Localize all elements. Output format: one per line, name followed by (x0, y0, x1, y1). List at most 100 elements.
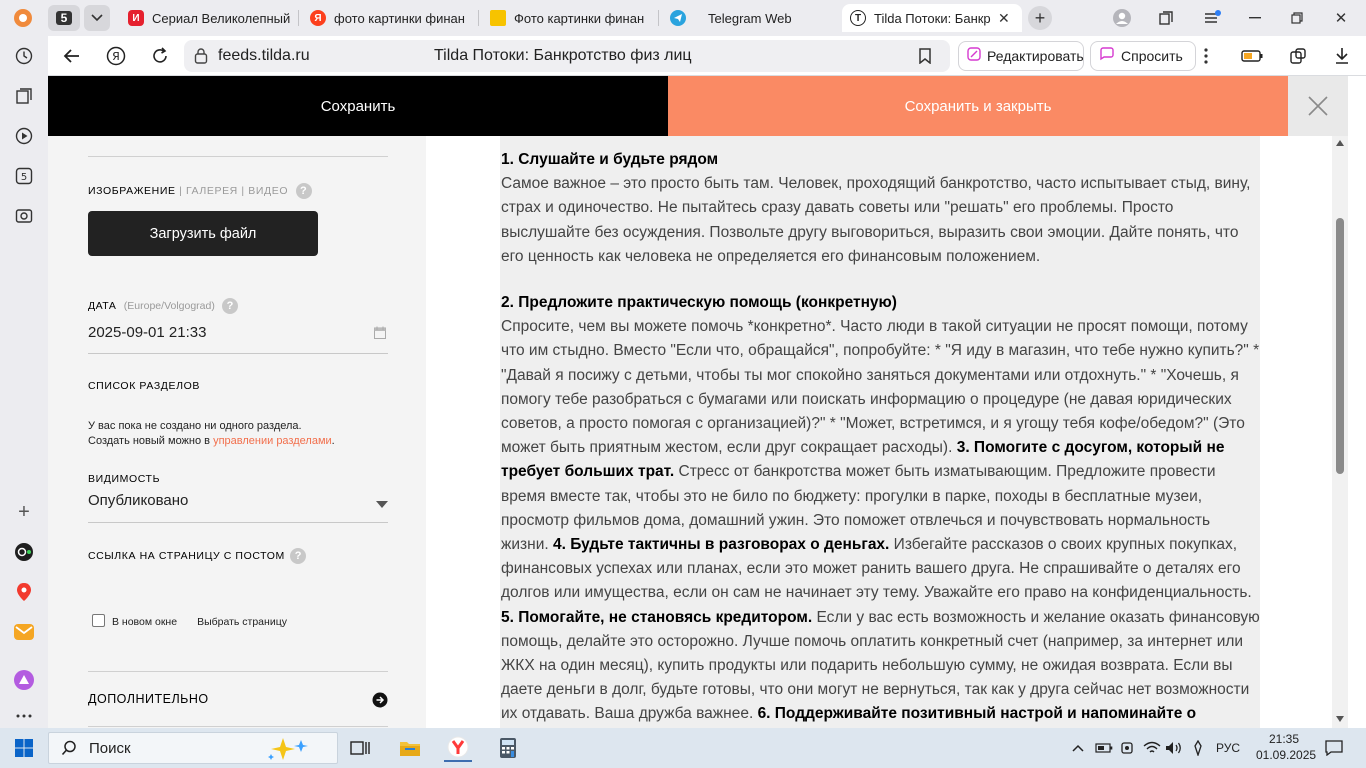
maps-pin-icon[interactable] (12, 580, 36, 604)
help-question-icon[interactable]: ? (222, 298, 239, 314)
video-play-icon[interactable] (12, 124, 36, 148)
yandex-browser-taskbar-icon[interactable] (444, 734, 472, 762)
tab-yandex-images-2[interactable]: Фото картинки финан (490, 4, 654, 32)
date-label: ДАТА (Europe/Volgograd) ? (88, 298, 239, 314)
svg-text:Я: Я (112, 50, 120, 63)
task-view-icon[interactable] (346, 734, 374, 762)
tab-gallery[interactable]: ГАЛЕРЕЯ (186, 185, 238, 197)
browser-side-panel: 5 + (0, 36, 48, 728)
back-arrow-icon[interactable] (60, 44, 84, 68)
save-and-close-button[interactable]: Сохранить и закрыть (668, 76, 1288, 136)
tab-telegram[interactable]: Telegram Web (670, 4, 834, 32)
paragraph-1: 1. Слушайте и будьте рядом Самое важное –… (501, 151, 1251, 265)
post-settings-panel: ИЗОБРАЖЕНИЕ | ГАЛЕРЕЯ | ВИДЕО ? Загрузит… (48, 136, 426, 728)
svg-text:5: 5 (21, 172, 27, 183)
tab-video[interactable]: ВИДЕО (248, 185, 288, 197)
search-magnifier-icon (61, 740, 77, 761)
url-text: feeds.tilda.ru (218, 47, 310, 64)
bookmarks-icon[interactable] (12, 84, 36, 108)
scroll-up-arrow-icon[interactable] (1336, 140, 1344, 146)
kinopoisk-favicon-icon: И (128, 10, 144, 26)
save-button[interactable]: Сохранить (48, 76, 668, 136)
post-body-text[interactable]: 1. Слушайте и будьте рядом Самое важное –… (500, 136, 1260, 728)
address-toolbar: Я feeds.tilda.ru Tilda Потоки: Банкротст… (48, 36, 1366, 76)
post-text-editor[interactable]: 1. Слушайте и будьте рядом Самое важное –… (426, 136, 1332, 728)
tab-image[interactable]: ИЗОБРАЖЕНИЕ (88, 185, 176, 197)
windows-start-icon[interactable] (10, 734, 38, 762)
reload-icon[interactable] (148, 44, 172, 68)
tab-list-chevron-icon[interactable] (84, 5, 110, 31)
tab-counter-button[interactable]: 5 (48, 5, 80, 31)
edit-pencil-icon (967, 46, 981, 66)
new-tab-plus-icon[interactable]: + (1028, 6, 1052, 30)
new-window-option: В новом окне Выбрать страницу (92, 613, 287, 628)
site-info-lock-icon[interactable] (194, 48, 208, 69)
taskbar-search-box[interactable]: Поиск (48, 732, 338, 764)
calendar-icon[interactable] (374, 326, 386, 344)
input-language-indicator[interactable]: РУС (1216, 741, 1240, 755)
calculator-icon[interactable] (494, 734, 522, 762)
extensions-icon[interactable] (1286, 44, 1310, 68)
visibility-select[interactable]: Опубликовано (88, 492, 388, 523)
history-clock-icon[interactable] (12, 44, 36, 68)
close-editor-icon[interactable] (1288, 76, 1348, 136)
manage-sections-link[interactable]: управлении разделами (213, 435, 332, 447)
restore-icon[interactable] (1282, 6, 1312, 30)
page-more-menu-icon[interactable] (1196, 44, 1216, 68)
ask-sparkle-icon (1099, 46, 1115, 66)
bookmark-page-icon[interactable] (918, 48, 932, 69)
tab-tilda-active[interactable]: T Tilda Потоки: Банкр ✕ (842, 4, 1022, 32)
notifications-icon[interactable] (1320, 734, 1348, 762)
help-question-icon[interactable]: ? (295, 183, 312, 199)
show-hidden-icons-chevron[interactable] (1064, 734, 1092, 762)
scroll-down-arrow-icon[interactable] (1336, 716, 1344, 722)
messenger-icon[interactable] (12, 668, 36, 692)
help-question-icon[interactable]: ? (290, 548, 307, 564)
upload-file-button[interactable]: Загрузить файл (88, 211, 318, 256)
alice-assistant-icon[interactable] (12, 540, 36, 564)
more-dots-icon[interactable] (12, 704, 36, 728)
mail-envelope-icon[interactable] (12, 620, 36, 644)
post-link-label: ССЫЛКА НА СТРАНИЦУ С ПОСТОМ ? (88, 548, 307, 564)
tab-close-icon[interactable]: ✕ (998, 10, 1010, 27)
tab-yandex-images-1[interactable]: Я фото картинки финан (310, 4, 470, 32)
dropdown-arrow-icon (376, 496, 388, 514)
minimize-icon[interactable] (1240, 6, 1270, 30)
paragraph-2: 2. Предложите практическую помощь (конкр… (501, 294, 1260, 723)
ask-button[interactable]: Спросить (1090, 41, 1196, 71)
clock[interactable]: 21:35 01.09.2025 (1256, 731, 1316, 763)
yandex-y-icon[interactable]: Я (104, 44, 128, 68)
tabs-count-icon[interactable]: 5 (12, 164, 36, 188)
post-link-input[interactable] (88, 570, 388, 600)
browser-tab-bar: 5 И Сериал Великолепный Я фото картинки … (0, 0, 1366, 36)
scrollbar-thumb[interactable] (1336, 218, 1344, 474)
window-close-icon[interactable]: ✕ (1326, 6, 1356, 30)
windows-taskbar: Поиск РУС 21:35 01.09.2025 (0, 728, 1366, 768)
tab-serial[interactable]: И Сериал Великолепный (128, 4, 294, 32)
download-arrow-icon[interactable] (1330, 44, 1354, 68)
browser-logo-icon[interactable] (10, 6, 36, 30)
image-source-tabs: ИЗОБРАЖЕНИЕ | ГАЛЕРЕЯ | ВИДЕО ? (88, 183, 312, 199)
tilda-favicon-icon: T (850, 10, 866, 26)
battery-saver-icon[interactable] (1238, 44, 1266, 68)
tilda-action-bar: Сохранить Сохранить и закрыть (48, 76, 1366, 136)
page-scrollbar[interactable] (1332, 136, 1348, 728)
sections-list-label: СПИСОК РАЗДЕЛОВ (88, 380, 200, 392)
new-window-checkbox[interactable] (92, 614, 105, 627)
pen-workspace-icon[interactable] (1184, 734, 1212, 762)
file-explorer-icon[interactable] (396, 734, 424, 762)
url-field[interactable]: feeds.tilda.ru Tilda Потоки: Банкротство… (184, 40, 950, 72)
page-margin (1348, 136, 1366, 728)
profile-avatar-icon[interactable] (1110, 6, 1134, 30)
divider (88, 671, 388, 672)
more-settings-toggle[interactable]: ДОПОЛНИТЕЛЬНО (88, 690, 388, 710)
screenshot-camera-icon[interactable] (12, 204, 36, 228)
edit-button[interactable]: Редактировать (958, 41, 1084, 71)
choose-page-link[interactable]: Выбрать страницу (197, 616, 287, 628)
sections-empty-text: У вас пока не создано ни одного раздела.… (88, 420, 335, 447)
date-input[interactable]: 2025-09-01 21:33 (88, 324, 388, 354)
add-plus-icon[interactable]: + (12, 500, 36, 524)
menu-hamburger-icon[interactable] (1200, 6, 1224, 30)
collections-icon[interactable] (1154, 6, 1178, 30)
visibility-label: ВИДИМОСТЬ (88, 473, 161, 485)
